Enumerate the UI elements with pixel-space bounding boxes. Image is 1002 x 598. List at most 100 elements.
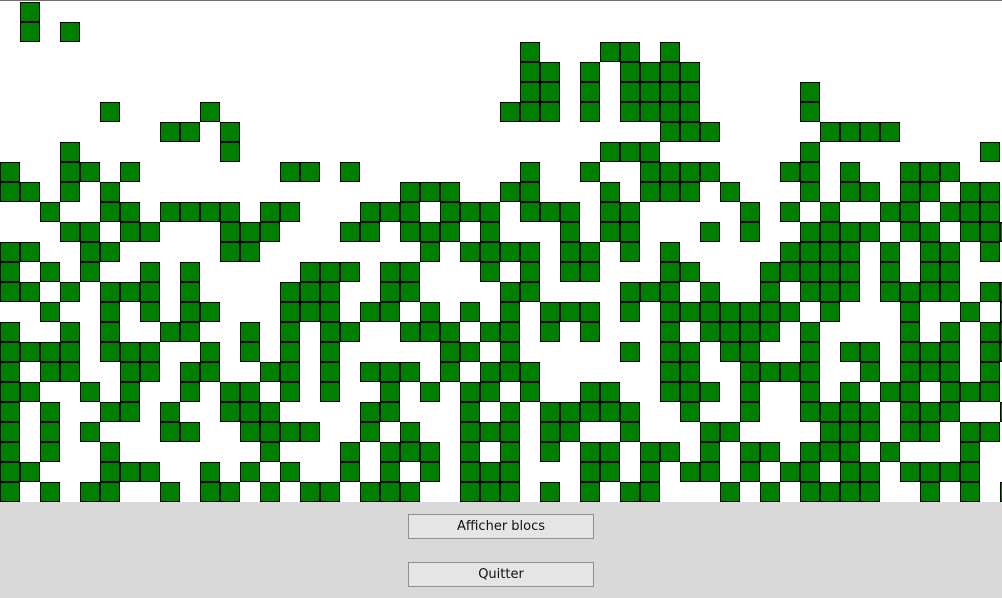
block — [600, 222, 620, 242]
block — [940, 362, 960, 382]
block — [920, 282, 940, 302]
block — [960, 202, 980, 222]
block — [320, 382, 340, 402]
block — [500, 302, 520, 322]
block — [400, 202, 420, 222]
block — [360, 302, 380, 322]
block — [800, 282, 820, 302]
block — [540, 62, 560, 82]
block — [920, 182, 940, 202]
block — [800, 382, 820, 402]
block — [880, 202, 900, 222]
block — [740, 202, 760, 222]
block — [580, 462, 600, 482]
block — [60, 22, 80, 42]
block — [900, 402, 920, 422]
block — [480, 202, 500, 222]
block — [900, 462, 920, 482]
block — [240, 342, 260, 362]
block — [880, 442, 900, 462]
block — [880, 282, 900, 302]
block — [640, 182, 660, 202]
block — [600, 442, 620, 462]
block — [740, 402, 760, 422]
block — [360, 402, 380, 422]
block — [380, 482, 400, 502]
block — [380, 362, 400, 382]
block — [280, 422, 300, 442]
block — [40, 362, 60, 382]
block — [620, 482, 640, 502]
block — [240, 222, 260, 242]
block — [580, 242, 600, 262]
block — [840, 282, 860, 302]
block — [0, 182, 20, 202]
block — [620, 202, 640, 222]
block — [120, 402, 140, 422]
block — [60, 142, 80, 162]
block — [100, 182, 120, 202]
block — [200, 342, 220, 362]
block — [660, 302, 680, 322]
block — [0, 362, 20, 382]
block — [960, 182, 980, 202]
block — [440, 342, 460, 362]
block — [720, 422, 740, 442]
block — [560, 242, 580, 262]
block — [920, 242, 940, 262]
block — [940, 162, 960, 182]
block — [880, 262, 900, 282]
block — [820, 122, 840, 142]
block — [620, 422, 640, 442]
block — [380, 462, 400, 482]
block — [420, 442, 440, 462]
block — [680, 382, 700, 402]
block — [280, 342, 300, 362]
block — [180, 202, 200, 222]
block — [20, 22, 40, 42]
block — [480, 362, 500, 382]
block — [580, 302, 600, 322]
show-blocks-button[interactable]: Afficher blocs — [408, 514, 594, 539]
block — [300, 422, 320, 442]
block — [540, 482, 560, 502]
quit-button[interactable]: Quitter — [408, 562, 594, 587]
block — [900, 162, 920, 182]
block — [80, 262, 100, 282]
block — [600, 142, 620, 162]
block — [80, 482, 100, 502]
block — [280, 322, 300, 342]
block — [100, 202, 120, 222]
block — [840, 342, 860, 362]
block — [0, 422, 20, 442]
block — [140, 262, 160, 282]
block — [480, 222, 500, 242]
block — [960, 462, 980, 482]
block — [320, 482, 340, 502]
block — [380, 302, 400, 322]
block — [140, 362, 160, 382]
block — [0, 242, 20, 262]
block — [620, 82, 640, 102]
block — [220, 142, 240, 162]
block — [860, 402, 880, 422]
block — [520, 182, 540, 202]
block — [220, 402, 240, 422]
block — [400, 182, 420, 202]
block — [840, 402, 860, 422]
block — [800, 222, 820, 242]
block — [980, 322, 1000, 342]
block — [720, 302, 740, 322]
block — [40, 442, 60, 462]
block — [60, 222, 80, 242]
block — [180, 322, 200, 342]
block — [40, 402, 60, 422]
block — [960, 422, 980, 442]
block — [660, 82, 680, 102]
block — [200, 482, 220, 502]
block — [400, 442, 420, 462]
block — [260, 362, 280, 382]
block — [100, 342, 120, 362]
block — [200, 202, 220, 222]
block — [300, 262, 320, 282]
